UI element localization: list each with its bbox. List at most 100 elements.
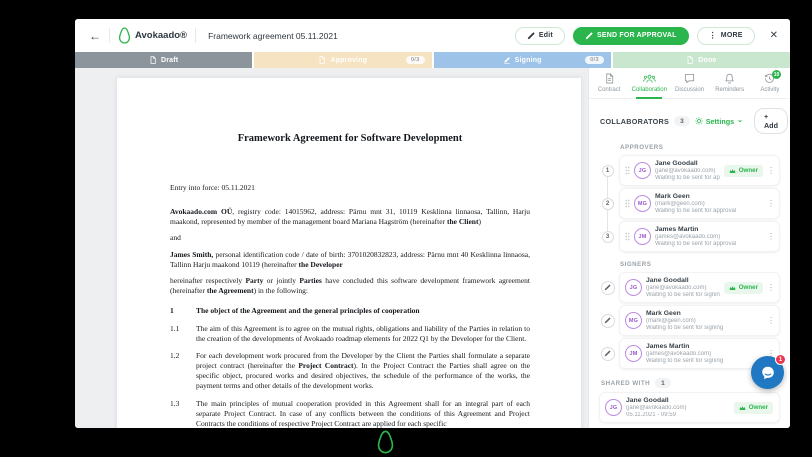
crown-icon [739, 405, 746, 410]
more-menu-icon[interactable]: ⋮ [767, 199, 775, 208]
approver-order-number: 2 [601, 197, 614, 210]
collaborator-email: (jane@avokaado.com) [646, 285, 707, 291]
tab-discussion[interactable]: Discussion [669, 68, 709, 98]
add-collaborator-button[interactable]: + Add [753, 108, 788, 134]
approvers-list: 1 JG Jane Goodall (jane@avokaado.com) Wa… [600, 156, 779, 251]
owner-badge: Owner [724, 281, 763, 294]
kebab-icon: ⋮ [708, 30, 717, 40]
send-for-approval-button[interactable]: SEND FOR APPROVAL [572, 26, 689, 45]
owner-label: Owner [738, 167, 758, 174]
document-icon [320, 56, 326, 64]
stage-signing[interactable]: Signing 0/3 [433, 52, 611, 68]
pencil-icon [585, 31, 593, 39]
stage-progress-bar: Draft Approving 0/3 Signing 0/3 Done [75, 52, 790, 68]
brand-logo[interactable]: Avokaado® [118, 27, 187, 44]
section-number: 1.1 [170, 323, 180, 333]
signer-row: JG Jane Goodall (jane@avokaado.com) Wait… [600, 273, 779, 302]
tab-contract[interactable]: Contract [589, 68, 629, 98]
approver-order-number: 3 [601, 230, 614, 243]
stage-approving[interactable]: Approving 0/3 [254, 52, 432, 68]
more-button-label: MORE [720, 32, 743, 39]
agreement-section: 1.1 The aim of this Agreement is to agre… [170, 324, 530, 344]
approver-row: 2 MG Mark Geen (mark@geen.com) Waiting t… [600, 189, 779, 218]
chat-widget-button[interactable]: 1 [751, 354, 786, 389]
agreement-section: 1 The object of the Agreement and the ge… [170, 306, 530, 316]
collaborators-label: COLLABORATORS [600, 116, 670, 126]
shared-with-label: SHARED WITH [601, 379, 651, 387]
drag-handle-icon[interactable] [625, 199, 630, 208]
more-menu-icon[interactable]: ⋮ [767, 166, 775, 175]
header-divider [195, 28, 197, 43]
approver-card[interactable]: MG Mark Geen (mark@geen.com) Waiting to … [620, 189, 779, 218]
stage-draft[interactable]: Draft [75, 52, 253, 68]
crown-icon [729, 168, 736, 173]
gear-icon [695, 117, 703, 125]
edit-button[interactable]: Edit [514, 26, 565, 45]
settings-label: Settings [705, 116, 735, 126]
avatar: JG [625, 279, 642, 296]
entry-into-force: Entry into force: 05.11.2021 [170, 183, 255, 192]
approver-row: 3 JM James Martin (james@avokaado.com) W… [600, 222, 779, 251]
approvers-label: APPROVERS [620, 144, 664, 151]
approver-card[interactable]: JM James Martin (james@avokaado.com) Wai… [620, 222, 779, 251]
collaborator-status: Waiting to be sent for signing [646, 325, 724, 331]
collaborator-name: Jane Goodall [646, 277, 689, 284]
collaborators-count-badge: 3 [674, 116, 690, 126]
section-text: The aim of this Agreement is to agree on… [196, 323, 530, 343]
tab-label: Contract [597, 86, 621, 93]
chat-unread-badge: 1 [775, 354, 786, 365]
document-icon [687, 56, 693, 64]
owner-badge: Owner [734, 401, 773, 414]
crown-icon [729, 285, 736, 290]
more-button[interactable]: ⋮ MORE [696, 26, 755, 45]
stage-done[interactable]: Done [612, 52, 790, 68]
signer-card[interactable]: JG Jane Goodall (jane@avokaado.com) Wait… [620, 273, 779, 302]
drag-handle-icon[interactable] [625, 232, 630, 241]
contract-icon [605, 73, 613, 84]
more-menu-icon[interactable]: ⋮ [767, 316, 775, 325]
collaborator-name: Jane Goodall [626, 397, 669, 404]
avatar: JM [625, 345, 642, 362]
tab-activity[interactable]: Activity 10 [750, 68, 790, 98]
section-number: 1 [170, 306, 174, 316]
panel-tabs: Contract Collaboration Discussion Remind… [589, 68, 790, 99]
collaborator-status: Waiting to be sent for approval [655, 208, 737, 214]
shared-card[interactable]: JG Jane Goodall (jane@avokaado.com) 05.1… [600, 393, 779, 422]
owner-label: Owner [748, 404, 768, 411]
agreement-title: Framework Agreement for Software Develop… [237, 133, 463, 144]
shared-row: JG Jane Goodall (jane@avokaado.com) 05.1… [600, 393, 779, 422]
signers-label: SIGNERS [620, 261, 652, 268]
avatar: JG [634, 162, 651, 179]
collaborator-name: James Martin [655, 226, 699, 233]
collaborator-email: (james@avokaado.com) [655, 234, 721, 240]
brand-name: Avokaado® [135, 30, 188, 41]
collaborator-email: (jane@avokaado.com) [626, 405, 687, 411]
back-arrow-icon[interactable]: ← [89, 30, 101, 42]
collaboration-icon [643, 75, 656, 83]
owner-badge: Owner [724, 164, 763, 177]
signer-row: MG Mark Geen (mark@geen.com) Waiting to … [600, 306, 779, 335]
collaborator-status: Waiting to be sent for signing [646, 292, 721, 298]
approver-card[interactable]: JG Jane Goodall (jane@avokaado.com) Wait… [620, 156, 779, 185]
avatar: JM [634, 228, 651, 245]
settings-dropdown[interactable]: Settings ⌄ [695, 117, 743, 126]
stage-label: Done [698, 56, 717, 64]
tab-collaboration[interactable]: Collaboration [629, 68, 669, 99]
document-viewer[interactable]: Framework Agreement for Software Develop… [75, 68, 588, 428]
more-menu-icon[interactable]: ⋮ [767, 232, 775, 241]
tab-reminders[interactable]: Reminders [710, 68, 750, 98]
agreement-paragraph: James Smith, personal identification cod… [170, 249, 530, 269]
section-number: 1.3 [170, 398, 180, 408]
collaborator-status: Waiting to be sent for approval [655, 241, 737, 247]
drag-handle-icon[interactable] [625, 166, 630, 175]
approver-row: 1 JG Jane Goodall (jane@avokaado.com) Wa… [600, 156, 779, 185]
agreement-paragraph: and [170, 233, 181, 243]
collaborator-email: (james@avokaado.com) [646, 351, 712, 357]
stage-label: Approving [330, 56, 368, 64]
signer-card[interactable]: MG Mark Geen (mark@geen.com) Waiting to … [620, 306, 779, 335]
avocado-logo-icon [118, 27, 131, 44]
close-icon[interactable]: ✕ [770, 30, 778, 41]
collaborator-email: (mark@geen.com) [646, 318, 696, 324]
collaborator-name: James Martin [646, 343, 690, 350]
more-menu-icon[interactable]: ⋮ [767, 283, 775, 292]
